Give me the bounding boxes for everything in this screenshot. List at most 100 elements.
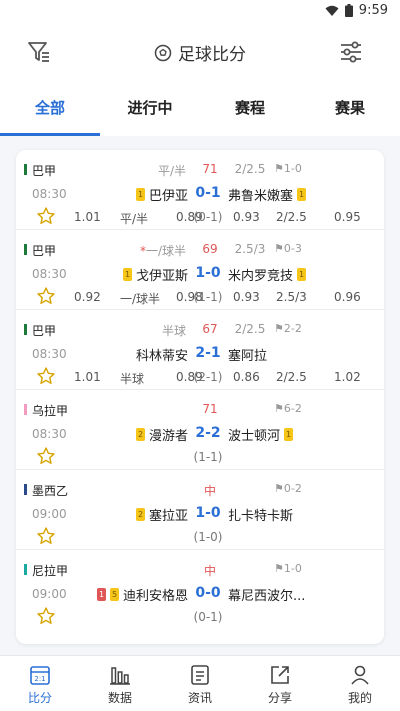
away-team: 扎卡特卡斯 xyxy=(228,505,368,524)
clock-text: 9:59 xyxy=(358,3,388,18)
kickoff-time: 08:30 xyxy=(32,347,67,361)
match-score: 1-0 xyxy=(195,505,221,521)
home-team-name: 巴伊亚 xyxy=(148,189,188,204)
away-team-name: 波士顿河 xyxy=(228,429,281,444)
share-icon xyxy=(271,666,289,684)
yellow-card-badge: 1 xyxy=(135,188,145,201)
wifi-icon xyxy=(325,5,339,16)
match-row[interactable]: 巴甲 *一/球半 69 2.5/3 ⚑0-3 08:30 1 戈伊亚斯 1-0 米内罗竞技 1 0.9… xyxy=(16,230,384,310)
red-card-badge: 1 xyxy=(96,588,106,601)
home-team: 2 漫游者 xyxy=(76,425,188,444)
status-bar: 9:59 xyxy=(0,0,400,24)
tab-live[interactable]: 进行中 xyxy=(100,80,200,136)
home-team: 1 巴伊亚 xyxy=(76,185,188,204)
favorite-star-icon[interactable] xyxy=(36,286,56,306)
favorite-star-icon[interactable] xyxy=(36,526,56,546)
favorite-star-icon[interactable] xyxy=(36,206,56,226)
match-minute: 中 xyxy=(203,484,216,498)
nav-scores[interactable]: 2:1 比分 xyxy=(0,656,80,711)
match-minute: 71 xyxy=(202,402,218,416)
match-score: 2-2 xyxy=(195,425,221,441)
home-team-name: 塞拉亚 xyxy=(148,509,188,524)
yellow-card-badge: 2 xyxy=(135,508,145,521)
home-team-name: 科林蒂安 xyxy=(135,349,188,364)
league-name: 巴甲 xyxy=(24,242,56,259)
kickoff-time: 09:00 xyxy=(32,507,67,521)
away-team-name: 扎卡特卡斯 xyxy=(228,509,294,524)
bottom-nav: 2:1 比分 数据 资讯 分享 我的 xyxy=(0,655,400,711)
league-name: 墨西乙 xyxy=(24,482,68,499)
nav-data[interactable]: 数据 xyxy=(80,656,160,711)
match-minute: 71 xyxy=(202,162,218,176)
yellow-card-badge: 1 xyxy=(297,188,307,201)
battery-icon xyxy=(344,4,353,17)
match-minute: 中 xyxy=(203,564,216,578)
corner-flag-icon: ⚑ xyxy=(274,402,284,415)
odds-value: 2/2.5 xyxy=(276,210,307,224)
match-score: 0-0 xyxy=(195,585,221,601)
match-minute: 67 xyxy=(202,322,218,336)
odds-value: 0.92 xyxy=(74,290,101,304)
match-row[interactable]: 墨西乙 中 ⚑0-2 09:00 2 塞拉亚 1-0 扎卡特卡斯 (1-0) xyxy=(16,470,384,550)
away-team: 塞阿拉 xyxy=(228,345,368,364)
yellow-card-badge: 2 xyxy=(135,428,145,441)
odds-value: 1.01 xyxy=(74,210,101,224)
nav-share[interactable]: 分享 xyxy=(240,656,320,711)
yellow-card-badge: 1 xyxy=(122,268,132,281)
home-team: 1 戈伊亚斯 xyxy=(76,265,188,284)
half-time-score: (0-1) xyxy=(193,610,223,624)
corner-score: 1-0 xyxy=(283,162,302,175)
corner-count: ⚑2-2 xyxy=(274,322,302,335)
home-team: 2 塞拉亚 xyxy=(76,505,188,524)
tab-all[interactable]: 全部 xyxy=(0,80,100,136)
odds-value: 0.93 xyxy=(233,210,260,224)
handicap-text: 半球 xyxy=(161,324,186,338)
match-row[interactable]: 尼拉甲 中 ⚑1-0 09:00 1 5 迪利安格恩 0-0 幕尼西波尔... (0-1) xyxy=(16,550,384,630)
corner-count: ⚑6-2 xyxy=(274,402,302,415)
favorite-star-icon[interactable] xyxy=(36,446,56,466)
favorite-star-icon[interactable] xyxy=(36,606,56,626)
tab-bar: 全部 进行中 赛程 赛果 xyxy=(0,80,400,136)
tab-results[interactable]: 赛果 xyxy=(300,80,400,136)
match-row[interactable]: 乌拉甲 71 ⚑6-2 08:30 2 漫游者 2-2 波士顿河 1 (1-1) xyxy=(16,390,384,470)
nav-data-label: 数据 xyxy=(107,691,132,705)
tab-schedule[interactable]: 赛程 xyxy=(200,80,300,136)
match-row[interactable]: 巴甲 平/半 71 2/2.5 ⚑1-0 08:30 1 巴伊亚 0-1 弗鲁米嫩塞 1 1.01 平/… xyxy=(16,150,384,230)
corner-flag-icon: ⚑ xyxy=(274,242,284,255)
match-minute: 69 xyxy=(202,242,218,256)
nav-news[interactable]: 资讯 xyxy=(160,656,240,711)
page-title-text: 足球比分 xyxy=(178,45,246,65)
match-score: 1-0 xyxy=(195,265,221,281)
away-team-name: 弗鲁米嫩塞 xyxy=(228,189,294,204)
favorite-star-icon[interactable] xyxy=(36,366,56,386)
corner-score: 6-2 xyxy=(283,402,302,415)
away-team-name: 塞阿拉 xyxy=(228,349,268,364)
odds-value: 1.01 xyxy=(74,370,101,384)
match-row[interactable]: 巴甲 半球 67 2/2.5 ⚑2-2 08:30 科林蒂安 2-1 塞阿拉 1.01 半球 0.89… xyxy=(16,310,384,390)
corner-flag-icon: ⚑ xyxy=(274,482,284,495)
corner-count: ⚑1-0 xyxy=(274,562,302,575)
home-team-name: 漫游者 xyxy=(148,429,188,444)
settings-sliders-icon[interactable] xyxy=(338,39,364,65)
home-team-name: 迪利安格恩 xyxy=(122,589,188,604)
odds-value: 1.02 xyxy=(334,370,361,384)
corner-score: 0-3 xyxy=(283,242,302,255)
half-time-score: (2-1) xyxy=(193,370,223,384)
over-under-line: 2.5/3 xyxy=(234,242,266,256)
corner-count: ⚑0-2 xyxy=(274,482,302,495)
kickoff-time: 08:30 xyxy=(32,427,67,441)
handicap-line: 平/半 xyxy=(126,162,186,179)
kickoff-time: 08:30 xyxy=(32,267,67,281)
nav-mine[interactable]: 我的 xyxy=(320,656,400,711)
league-name: 巴甲 xyxy=(24,162,56,179)
away-team-name: 幕尼西波尔... xyxy=(228,589,306,604)
handicap-line: 半球 xyxy=(126,322,186,339)
handicap-text: 平/半 xyxy=(157,164,186,178)
away-team-name: 米内罗竞技 xyxy=(228,269,294,284)
match-score: 2-1 xyxy=(195,345,221,361)
corner-score: 2-2 xyxy=(283,322,302,335)
user-icon xyxy=(351,665,369,685)
bar-chart-icon xyxy=(110,667,130,685)
odds-value: 0.95 xyxy=(334,210,361,224)
nav-scores-label: 比分 xyxy=(27,691,52,705)
